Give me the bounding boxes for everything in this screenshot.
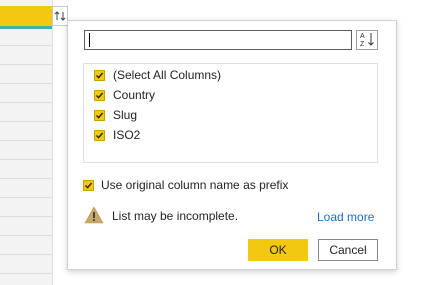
ok-button[interactable]: OK	[248, 239, 308, 261]
warning-text: List may be incomplete.	[112, 209, 239, 223]
table-column	[0, 0, 53, 285]
table-row	[0, 254, 52, 255]
checkbox[interactable]	[94, 69, 105, 81]
incomplete-list-warning: List may be incomplete.	[84, 205, 239, 227]
svg-text:Z: Z	[360, 41, 365, 47]
table-row	[0, 273, 52, 274]
checkbox[interactable]	[94, 129, 105, 141]
table-row	[0, 159, 52, 160]
prefix-checkbox[interactable]	[83, 179, 94, 191]
table-row	[0, 216, 52, 217]
text-cursor	[89, 33, 90, 47]
search-input[interactable]	[85, 31, 351, 49]
table-row	[0, 197, 52, 198]
checkbox[interactable]	[94, 89, 105, 101]
table-row	[0, 83, 52, 84]
table-row	[0, 140, 52, 141]
expand-columns-icon	[54, 11, 66, 21]
list-item-label: (Select All Columns)	[113, 68, 222, 82]
list-item-slug[interactable]: Slug	[94, 107, 137, 123]
table-row	[0, 102, 52, 103]
column-list: (Select All Columns) Country Slug ISO2	[83, 63, 378, 163]
list-item-label: Country	[113, 88, 156, 102]
table-row	[0, 121, 52, 122]
column-quality-bar	[0, 26, 52, 29]
table-row	[0, 235, 52, 236]
warning-icon	[84, 205, 104, 227]
prefix-option-label: Use original column name as prefix	[101, 178, 289, 192]
checkbox[interactable]	[94, 109, 105, 121]
expand-columns-button[interactable]	[52, 6, 68, 26]
search-field[interactable]	[84, 30, 352, 50]
list-item-label: Slug	[113, 108, 138, 122]
load-more-link[interactable]: Load more	[317, 210, 374, 224]
column-header[interactable]	[0, 6, 52, 28]
expand-columns-dropdown: A Z (Select All Columns) Country Slug IS…	[67, 20, 397, 270]
sort-button[interactable]: A Z	[356, 30, 378, 50]
sort-a-to-z-icon: A Z	[359, 31, 375, 50]
svg-text:A: A	[360, 33, 365, 40]
cancel-button[interactable]: Cancel	[318, 239, 378, 261]
list-item-country[interactable]: Country	[94, 87, 155, 103]
prefix-option[interactable]: Use original column name as prefix	[83, 177, 288, 193]
list-item-iso2[interactable]: ISO2	[94, 127, 140, 143]
table-row	[0, 64, 52, 65]
list-item-select-all[interactable]: (Select All Columns)	[94, 67, 221, 83]
list-item-label: ISO2	[113, 128, 141, 142]
table-row	[0, 178, 52, 179]
table-row	[0, 45, 52, 46]
